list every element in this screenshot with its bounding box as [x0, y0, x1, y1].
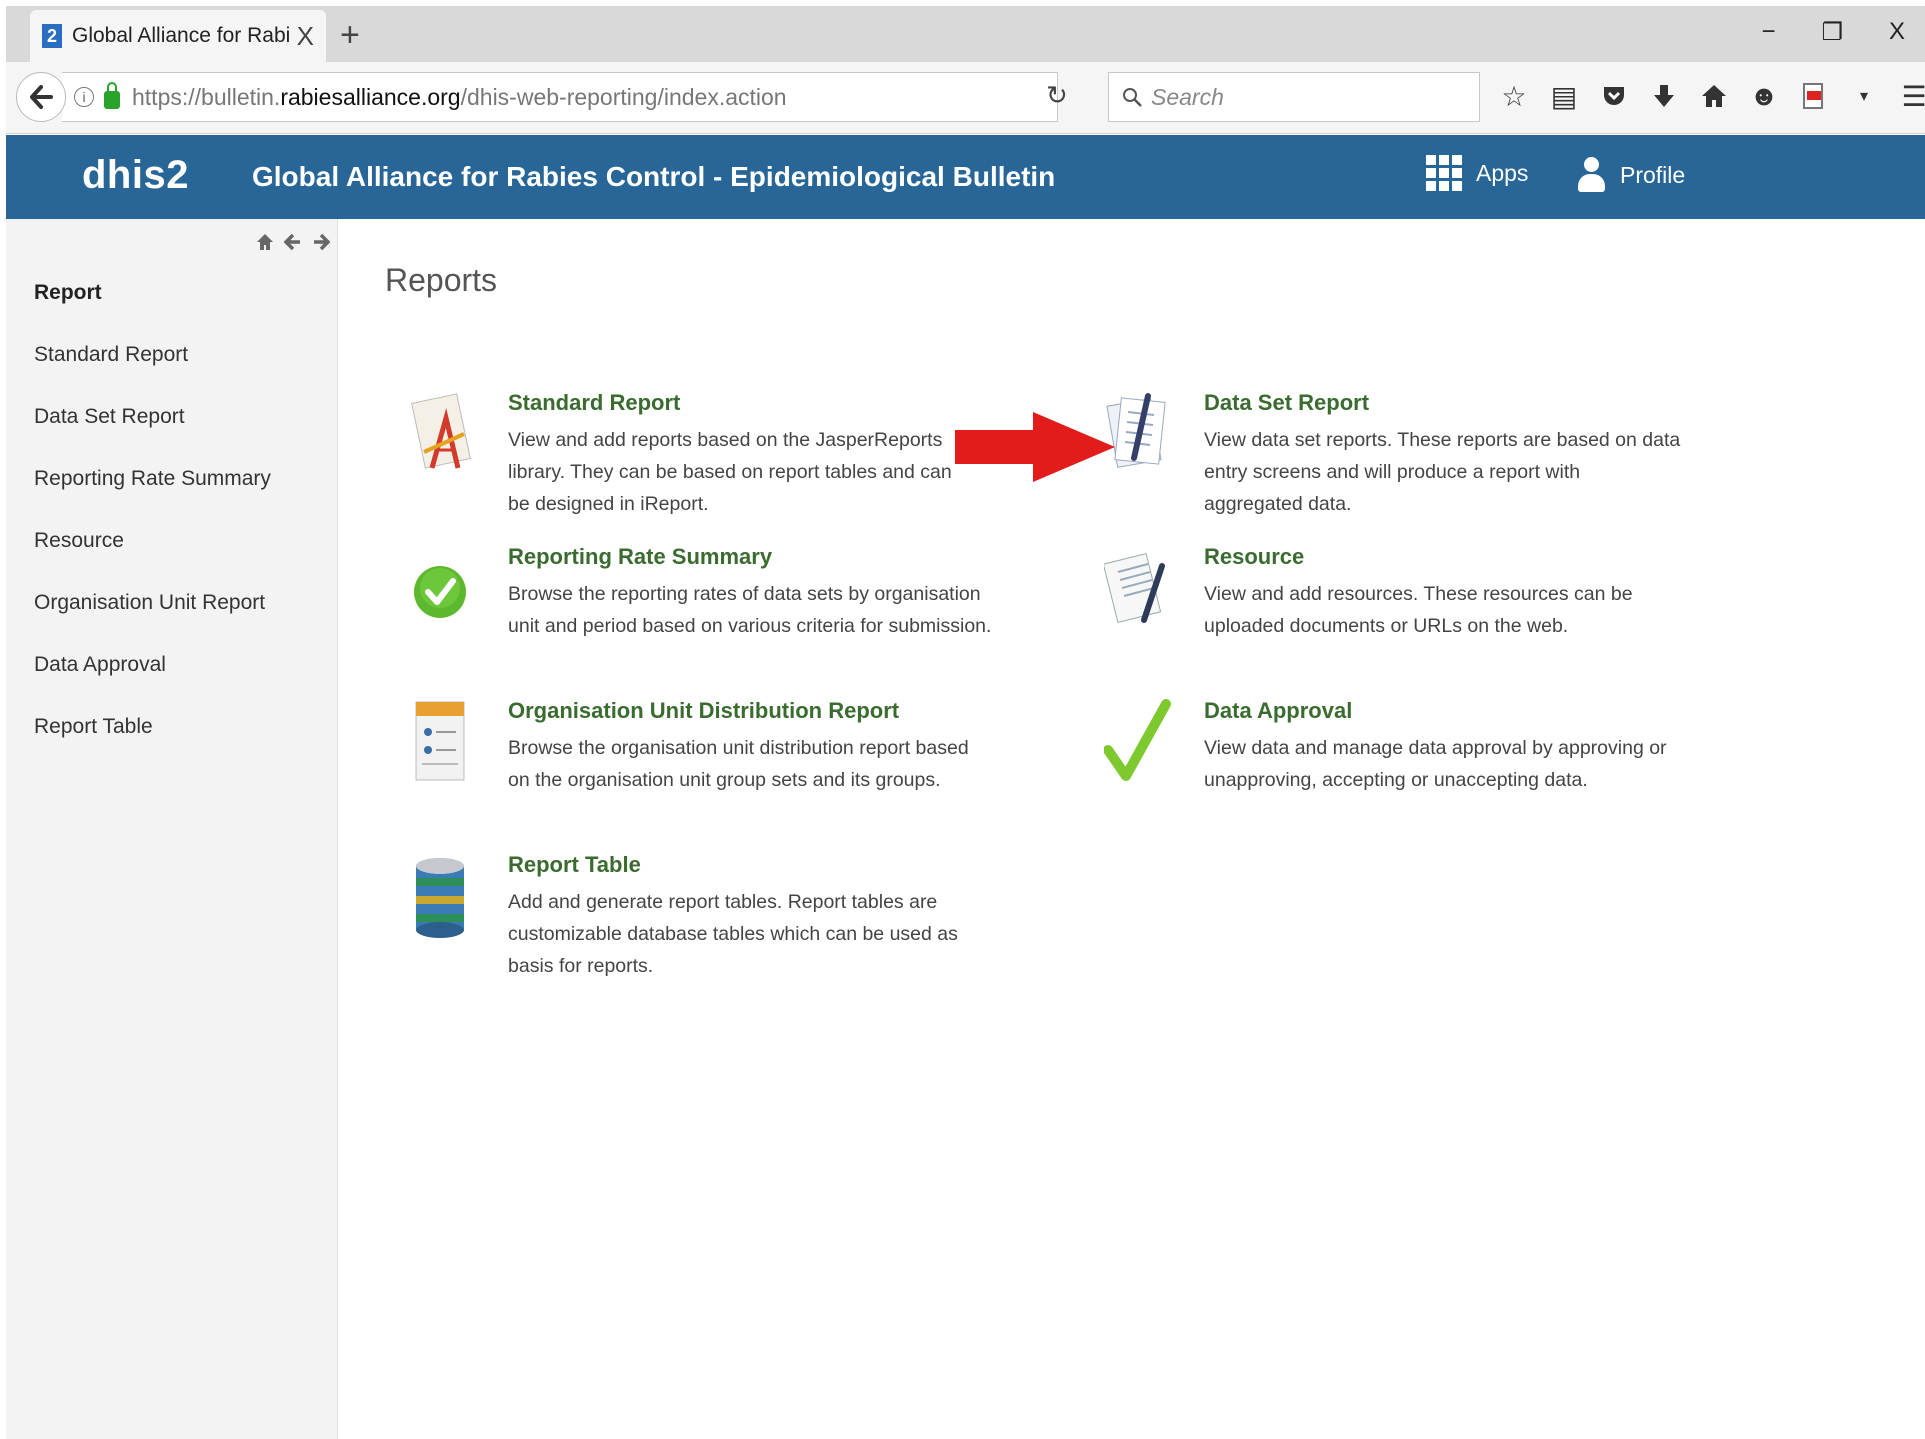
- url-bar[interactable]: i https://bulletin.rabiesalliance.org/dh…: [62, 72, 1058, 122]
- apps-label: Apps: [1476, 159, 1529, 186]
- minimize-button[interactable]: −: [1761, 18, 1775, 47]
- red-arrow-icon: [955, 412, 1115, 482]
- sidebar-item-organisation-unit-report[interactable]: Organisation Unit Report: [34, 585, 271, 647]
- sidebar-item-report-table[interactable]: Report Table: [34, 709, 271, 771]
- browser-navbar: i https://bulletin.rabiesalliance.org/dh…: [6, 62, 1925, 134]
- user-icon: [1576, 155, 1606, 195]
- card-title[interactable]: Organisation Unit Distribution Report: [508, 698, 899, 724]
- back-arrow-icon: [30, 85, 53, 109]
- browser-tab-bar: 2 Global Alliance for Rabies ... X + − ❐…: [6, 6, 1925, 62]
- card-title[interactable]: Report Table: [508, 852, 641, 878]
- apps-button[interactable]: Apps: [1426, 155, 1528, 191]
- card-description: View data set reports. These reports are…: [1204, 429, 1681, 515]
- browser-toolbar: ☆ ▤ ☻ ▾ ☰: [1500, 76, 1925, 116]
- sidebar-item-data-set-report[interactable]: Data Set Report: [34, 399, 271, 461]
- drawing-tools-icon: [411, 393, 471, 469]
- card-description: Browse the organisation unit distributio…: [508, 737, 969, 791]
- close-window-button[interactable]: X: [1889, 18, 1905, 47]
- close-tab-icon[interactable]: X: [297, 23, 314, 49]
- back-arrow-icon[interactable]: [284, 233, 302, 251]
- card-resource[interactable]: Resource View and add resources. These r…: [1104, 544, 1664, 664]
- home-icon[interactable]: [1700, 76, 1728, 116]
- database-icon: [416, 858, 464, 938]
- card-report-table[interactable]: Report Table Add and generate report tab…: [408, 852, 968, 977]
- apps-grid-icon: [1426, 155, 1462, 191]
- window-controls: − ❐ X: [1761, 18, 1905, 47]
- star-icon[interactable]: ☆: [1500, 76, 1528, 116]
- card-organisation-unit-distribution-report[interactable]: Organisation Unit Distribution Report Br…: [408, 698, 969, 818]
- org-unit-report-icon: [415, 701, 465, 781]
- card-description: Add and generate report tables. Report t…: [508, 891, 958, 977]
- favicon-icon: 2: [42, 24, 62, 48]
- card-title[interactable]: Data Approval: [1204, 698, 1352, 724]
- pocket-icon[interactable]: [1600, 76, 1628, 116]
- smiley-icon[interactable]: ☻: [1749, 76, 1778, 116]
- card-description: View and add resources. These resources …: [1204, 583, 1633, 637]
- sidebar-item-resource[interactable]: Resource: [34, 523, 271, 585]
- sidebar-item-reporting-rate-summary[interactable]: Reporting Rate Summary: [34, 461, 271, 523]
- green-check-circle-icon: [414, 566, 466, 618]
- sidebar-heading: Report: [34, 281, 102, 304]
- app-title: Global Alliance for Rabies Control - Epi…: [252, 161, 1056, 192]
- checkmark-icon: [1104, 699, 1171, 781]
- card-data-set-report[interactable]: Data Set Report View data set reports. T…: [1104, 390, 1680, 515]
- reload-icon[interactable]: ↻: [1046, 80, 1068, 111]
- card-description: Browse the reporting rates of data sets …: [508, 583, 992, 637]
- sidebar-item-standard-report[interactable]: Standard Report: [34, 337, 271, 399]
- card-title[interactable]: Data Set Report: [1204, 390, 1369, 416]
- search-placeholder: Search: [1151, 83, 1224, 110]
- resource-document-icon: [1104, 552, 1165, 624]
- search-icon: [1123, 88, 1142, 107]
- card-standard-report[interactable]: Standard Report View and add reports bas…: [408, 390, 968, 515]
- url-text[interactable]: https://bulletin.rabiesalliance.org/dhis…: [132, 84, 787, 111]
- sidebar-nav: [256, 233, 330, 251]
- menu-icon[interactable]: ☰: [1900, 76, 1925, 116]
- card-data-approval[interactable]: Data Approval View data and manage data …: [1104, 698, 1667, 818]
- page-title: Reports: [385, 262, 498, 298]
- tab-title: Global Alliance for Rabies ...: [72, 24, 289, 47]
- forward-arrow-icon[interactable]: [312, 233, 330, 251]
- profile-button[interactable]: Profile: [1576, 155, 1685, 195]
- card-description: View data and manage data approval by ap…: [1204, 737, 1667, 791]
- download-icon[interactable]: [1650, 76, 1678, 116]
- dropdown-icon[interactable]: ▾: [1850, 76, 1878, 116]
- pdf-icon[interactable]: [1800, 76, 1828, 116]
- search-field[interactable]: Search: [1108, 72, 1480, 122]
- info-icon[interactable]: i: [74, 87, 94, 107]
- reading-list-icon[interactable]: ▤: [1550, 76, 1578, 116]
- card-title[interactable]: Resource: [1204, 544, 1304, 570]
- sidebar-item-data-approval[interactable]: Data Approval: [34, 647, 271, 709]
- profile-label: Profile: [1620, 161, 1686, 188]
- browser-tab[interactable]: 2 Global Alliance for Rabies ... X: [30, 10, 326, 62]
- app-header: dhis2 Global Alliance for Rabies Control…: [6, 135, 1925, 219]
- card-title[interactable]: Reporting Rate Summary: [508, 544, 772, 570]
- card-title[interactable]: Standard Report: [508, 390, 680, 416]
- dhis2-logo[interactable]: dhis2: [82, 153, 189, 198]
- sidebar-menu: Report Standard Report Data Set Report R…: [34, 275, 271, 771]
- back-button[interactable]: [16, 72, 66, 122]
- new-tab-button[interactable]: +: [340, 18, 360, 52]
- lock-icon: [104, 82, 120, 109]
- sidebar: Report Standard Report Data Set Report R…: [6, 219, 338, 1439]
- restore-button[interactable]: ❐: [1821, 18, 1843, 47]
- card-description: View and add reports based on the Jasper…: [508, 429, 952, 515]
- home-icon[interactable]: [256, 233, 274, 251]
- card-reporting-rate-summary[interactable]: Reporting Rate Summary Browse the report…: [408, 544, 991, 664]
